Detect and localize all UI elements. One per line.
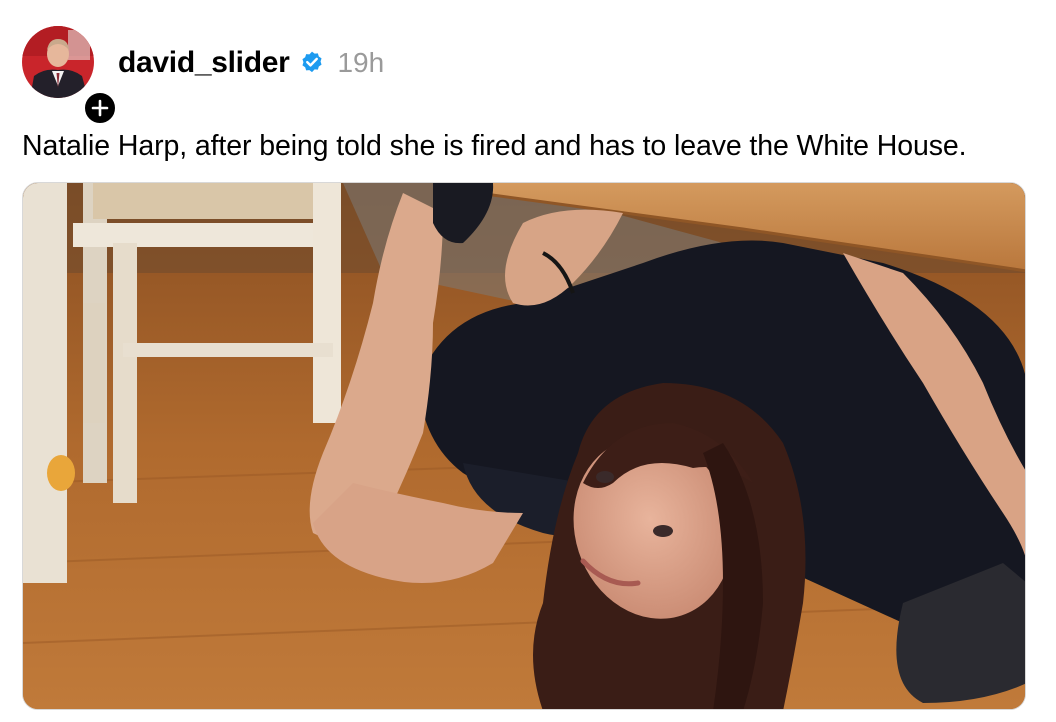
post-caption: Natalie Harp, after being told she is fi… — [22, 130, 967, 162]
author-avatar[interactable] — [22, 26, 118, 126]
photo-woman-under-table — [23, 183, 1025, 709]
verified-badge-icon — [299, 50, 325, 76]
author-username[interactable]: david_slider — [118, 46, 290, 80]
follow-button[interactable] — [82, 90, 118, 126]
post-media-image[interactable] — [22, 182, 1026, 710]
avatar[interactable] — [22, 26, 94, 98]
post: david_slider 19h Natalie Harp, after bei… — [0, 0, 1056, 722]
plus-icon — [91, 99, 109, 117]
post-timestamp[interactable]: 19h — [337, 47, 384, 79]
post-header: david_slider 19h — [118, 44, 384, 82]
